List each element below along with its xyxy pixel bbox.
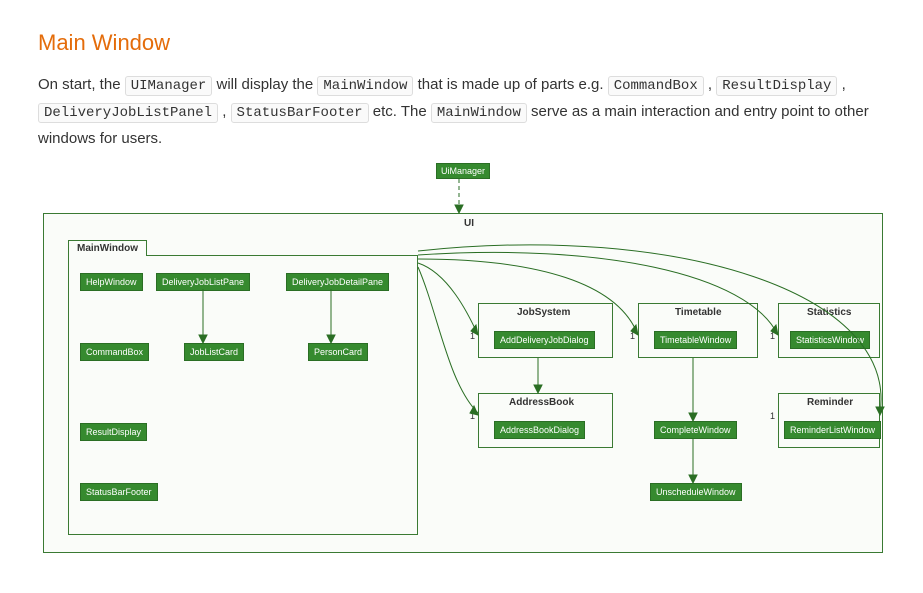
- class-adddeliveryjobdialog: AddDeliveryJobDialog: [494, 331, 595, 349]
- code-statusbarfooter: StatusBarFooter: [231, 103, 369, 123]
- text: ,: [222, 103, 230, 120]
- package-timetable-label: Timetable: [675, 307, 722, 318]
- class-statisticswindow: StatisticsWindow: [790, 331, 870, 349]
- text: will display the: [217, 76, 318, 93]
- class-joblistcard: JobListCard: [184, 343, 244, 361]
- text: that is made up of parts e.g.: [418, 76, 608, 93]
- package-ui-label: UI: [464, 218, 474, 229]
- class-addressbookdialog: AddressBookDialog: [494, 421, 585, 439]
- multiplicity: 1: [770, 331, 775, 341]
- page-title: Main Window: [38, 30, 885, 56]
- class-statusbarfooter: StatusBarFooter: [80, 483, 158, 501]
- multiplicity: 1: [770, 411, 775, 421]
- code-mainwindow: MainWindow: [317, 76, 413, 96]
- package-mainwindow-tab: MainWindow: [68, 240, 147, 256]
- multiplicity: 1: [630, 331, 635, 341]
- code-uimanager: UIManager: [125, 76, 213, 96]
- class-uimanager: UiManager: [436, 163, 490, 179]
- intro-paragraph: On start, the UIManager will display the…: [38, 72, 885, 151]
- class-unschedulewindow: UnscheduleWindow: [650, 483, 742, 501]
- multiplicity: 1: [470, 331, 475, 341]
- class-helpwindow: HelpWindow: [80, 273, 143, 291]
- code-deliveryjoblistpanel: DeliveryJobListPanel: [38, 103, 218, 123]
- uml-diagram: UiManager UI MainWindow HelpWindow Deliv…: [38, 163, 888, 563]
- class-resultdisplay: ResultDisplay: [80, 423, 147, 441]
- text: ,: [708, 76, 716, 93]
- text: ,: [842, 76, 846, 93]
- package-addressbook-label: AddressBook: [509, 397, 574, 408]
- class-personcard: PersonCard: [308, 343, 368, 361]
- class-deliveryjoblistpane: DeliveryJobListPane: [156, 273, 250, 291]
- multiplicity: 1: [470, 411, 475, 421]
- code-mainwindow2: MainWindow: [431, 103, 527, 123]
- class-timetablewindow: TimetableWindow: [654, 331, 737, 349]
- class-deliveryjobdetailpane: DeliveryJobDetailPane: [286, 273, 389, 291]
- text: etc. The: [373, 103, 431, 120]
- class-reminderlistwindow: ReminderListWindow: [784, 421, 881, 439]
- class-commandbox: CommandBox: [80, 343, 149, 361]
- package-jobsystem-label: JobSystem: [517, 307, 570, 318]
- class-completewindow: CompleteWindow: [654, 421, 737, 439]
- package-statistics-label: Statistics: [807, 307, 851, 318]
- text: On start, the: [38, 76, 125, 93]
- code-commandbox: CommandBox: [608, 76, 704, 96]
- code-resultdisplay: ResultDisplay: [716, 76, 837, 96]
- package-reminder-label: Reminder: [807, 397, 853, 408]
